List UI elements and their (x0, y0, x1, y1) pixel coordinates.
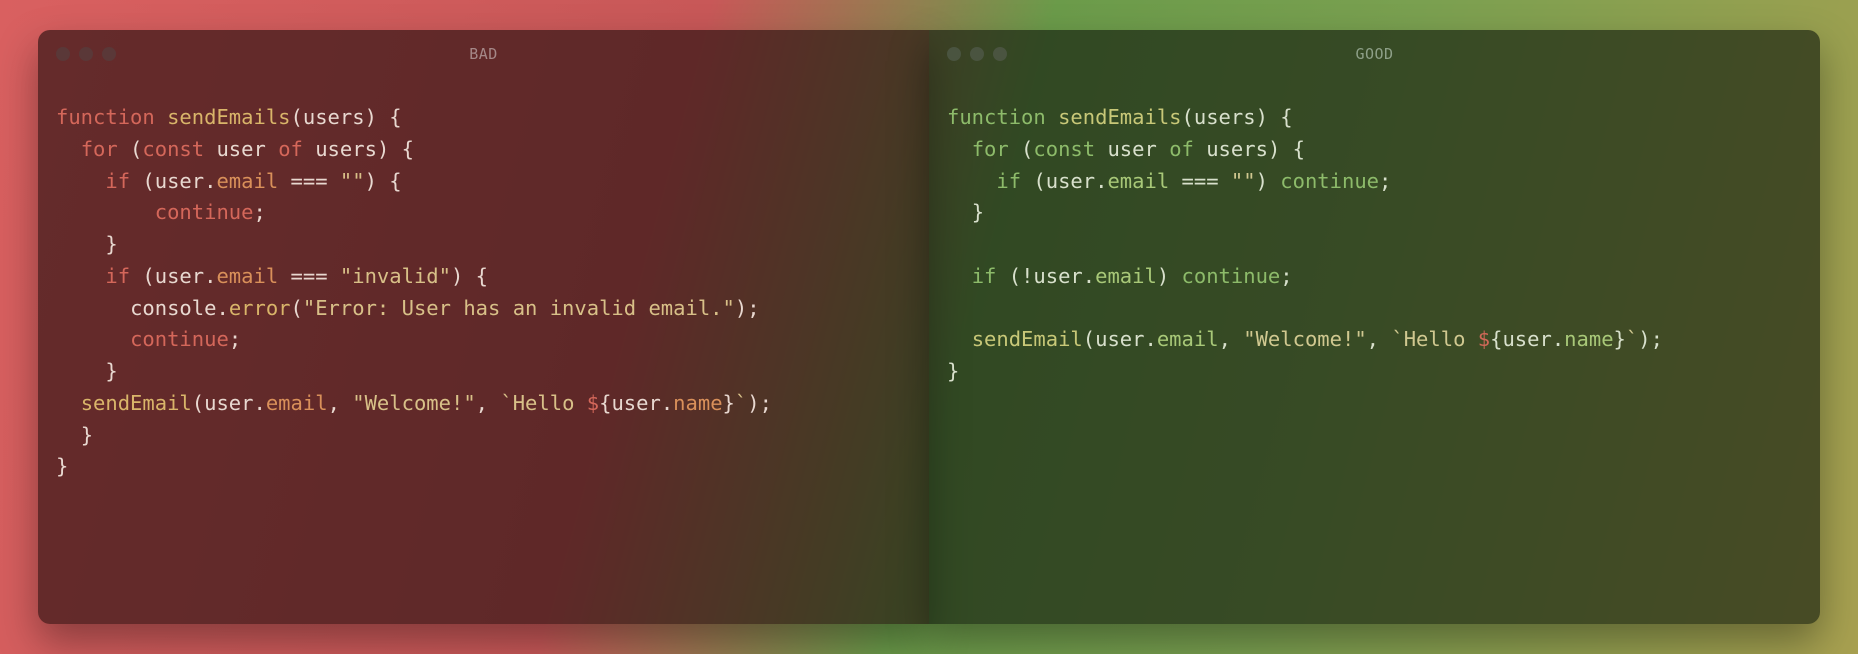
close-icon[interactable] (56, 47, 70, 61)
code-line: function sendEmails(users) { (947, 102, 1802, 134)
code-line: if (!user.email) continue; (947, 261, 1802, 293)
code-line: if (user.email === "invalid") { (56, 261, 911, 293)
bad-title: BAD (469, 45, 498, 63)
bad-code: function sendEmails(users) { for (const … (38, 78, 929, 624)
code-line: if (user.email === "") continue; (947, 166, 1802, 198)
code-line: for (const user of users) { (947, 134, 1802, 166)
code-line: } (56, 229, 911, 261)
traffic-lights-bad (56, 47, 116, 61)
minimize-icon[interactable] (970, 47, 984, 61)
code-line: } (56, 420, 911, 452)
good-code: function sendEmails(users) { for (const … (929, 78, 1820, 624)
zoom-icon[interactable] (993, 47, 1007, 61)
code-line (947, 293, 1802, 325)
code-line: if (user.email === "") { (56, 166, 911, 198)
zoom-icon[interactable] (102, 47, 116, 61)
bad-panel: BAD function sendEmails(users) { for (co… (38, 30, 929, 624)
bad-title-bar: BAD (38, 30, 929, 78)
good-panel: GOOD function sendEmails(users) { for (c… (929, 30, 1820, 624)
code-line: } (56, 356, 911, 388)
comparison-panels: BAD function sendEmails(users) { for (co… (0, 0, 1858, 654)
minimize-icon[interactable] (79, 47, 93, 61)
code-line: sendEmail(user.email, "Welcome!", `Hello… (947, 324, 1802, 356)
code-line: } (947, 197, 1802, 229)
code-line: continue; (56, 197, 911, 229)
code-line: function sendEmails(users) { (56, 102, 911, 134)
code-line: sendEmail(user.email, "Welcome!", `Hello… (56, 388, 911, 420)
code-line: console.error("Error: User has an invali… (56, 293, 911, 325)
code-line: } (947, 356, 1802, 388)
code-line: continue; (56, 324, 911, 356)
traffic-lights-good (947, 47, 1007, 61)
code-line (947, 229, 1802, 261)
code-line: for (const user of users) { (56, 134, 911, 166)
code-line: } (56, 451, 911, 483)
good-title: GOOD (1355, 45, 1393, 63)
good-title-bar: GOOD (929, 30, 1820, 78)
close-icon[interactable] (947, 47, 961, 61)
